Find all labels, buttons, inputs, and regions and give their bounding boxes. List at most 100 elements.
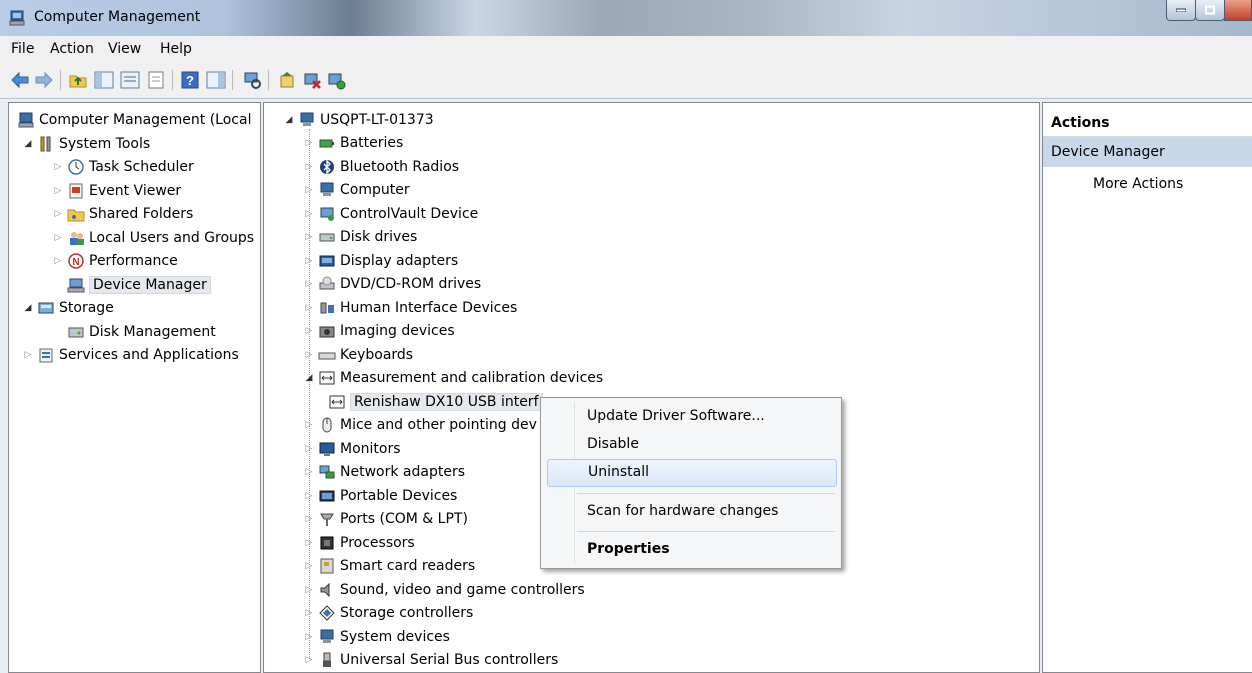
console-tree-item[interactable]: ▷ N Performance (51, 250, 178, 272)
expand-arrow-icon[interactable]: ▷ (302, 585, 316, 595)
device-label: DVD/CD-ROM drives (340, 276, 482, 292)
device-label: Monitors (340, 440, 401, 457)
device-category[interactable]: ▷ DVD/CD-ROM drives (302, 273, 482, 295)
menu-view[interactable]: View (108, 41, 141, 57)
console-tree-item[interactable]: ▷ Event Viewer (51, 180, 182, 202)
expand-arrow-icon[interactable]: ▷ (302, 655, 316, 665)
device-category[interactable]: ▷ Disk drives (302, 226, 418, 248)
device-category[interactable]: ▷ Network adapters (302, 461, 465, 483)
console-tree-item[interactable]: Disk Management (51, 321, 216, 343)
display-adapter-icon (319, 255, 335, 266)
storage-icon (38, 302, 54, 314)
export-list-icon[interactable] (146, 70, 166, 90)
expand-arrow-icon[interactable]: ▷ (302, 561, 316, 571)
help-icon[interactable]: ? (180, 70, 200, 90)
expand-arrow-icon[interactable]: ▷ (302, 350, 316, 360)
expand-arrow-icon[interactable]: ▷ (51, 162, 65, 172)
expand-arrow-icon[interactable]: ▷ (302, 608, 316, 618)
console-tree-item[interactable]: Computer Management (Local (15, 109, 251, 131)
collapse-arrow-icon[interactable]: ◢ (21, 139, 35, 149)
expand-arrow-icon[interactable]: ▷ (302, 138, 316, 148)
device-category[interactable]: ▷ Imaging devices (302, 320, 455, 342)
actions-section-device-manager[interactable]: Device Manager (1043, 137, 1252, 167)
device-tree-root[interactable]: ◢ USQPT-LT-01373 (282, 109, 434, 131)
console-tree-item[interactable]: ◢ System Tools (21, 133, 151, 155)
console-tree-item[interactable]: ▷ Services and Applications (21, 344, 239, 366)
menu-properties[interactable]: Properties (547, 536, 837, 564)
device-category[interactable]: ▷ Ports (COM & LPT) (302, 508, 468, 530)
device-category[interactable]: ▷ Keyboards (302, 344, 414, 366)
menu-file[interactable]: File (11, 41, 34, 57)
device-category[interactable]: ▷ Universal Serial Bus controllers (302, 649, 559, 671)
console-tree-item[interactable]: ◢ Storage (21, 297, 114, 319)
expand-arrow-icon[interactable]: ▷ (302, 185, 316, 195)
device-category[interactable]: ▷ Mice and other pointing dev (302, 414, 537, 436)
expand-arrow-icon[interactable]: ▷ (302, 444, 316, 454)
device-category[interactable]: ▷ Human Interface Devices (302, 297, 518, 319)
menu-scan-hardware[interactable]: Scan for hardware changes (547, 498, 837, 526)
show-hide-console-tree-icon[interactable] (94, 70, 114, 90)
expand-arrow-icon[interactable]: ▷ (302, 538, 316, 548)
expand-arrow-icon[interactable]: ▷ (302, 256, 316, 266)
device-category[interactable]: ▷ Computer (302, 179, 410, 201)
close-button[interactable] (1224, 0, 1252, 21)
device-category[interactable]: ▷ System devices (302, 626, 450, 648)
menu-disable[interactable]: Disable (547, 431, 837, 459)
expand-arrow-icon[interactable]: ▷ (51, 233, 65, 243)
device-category[interactable]: ◢ Measurement and calibration devices (302, 367, 604, 389)
menu-action[interactable]: Action (50, 41, 94, 57)
device-category[interactable]: ▷ Processors (302, 532, 415, 554)
up-folder-icon[interactable] (68, 70, 88, 90)
scan-hardware-icon[interactable] (242, 70, 262, 90)
device-category[interactable]: ▷ Batteries (302, 132, 404, 154)
device-category[interactable]: ▷ Monitors (302, 438, 401, 460)
properties-pane-icon[interactable] (120, 70, 140, 90)
device-category[interactable]: ▷ Display adapters (302, 250, 459, 272)
expand-arrow-icon[interactable]: ▷ (51, 209, 65, 219)
enable-device-icon[interactable] (326, 70, 346, 90)
console-tree-item[interactable]: ▷ Shared Folders (51, 203, 194, 225)
expand-arrow-icon[interactable]: ▷ (302, 632, 316, 642)
menu-update-driver-software[interactable]: Update Driver Software... (547, 403, 837, 431)
forward-arrow-icon[interactable] (34, 70, 54, 90)
computer-management-icon (9, 10, 25, 26)
back-arrow-icon[interactable] (10, 70, 30, 90)
device-item[interactable]: Renishaw DX10 USB interf (326, 391, 543, 413)
device-category[interactable]: ▷ Portable Devices (302, 485, 458, 507)
device-category[interactable]: ▷ Storage controllers (302, 602, 474, 624)
menu-item-label: Disable (587, 436, 639, 452)
expand-arrow-icon[interactable]: ▷ (302, 209, 316, 219)
expand-arrow-icon[interactable]: ▷ (302, 420, 316, 430)
console-tree-item[interactable]: Device Manager (51, 274, 211, 296)
expand-arrow-icon[interactable]: ▷ (302, 326, 316, 336)
expand-arrow-icon[interactable]: ▷ (51, 186, 65, 196)
console-tree-item[interactable]: ▷ Local Users and Groups (51, 227, 255, 249)
expand-arrow-icon[interactable]: ▷ (302, 279, 316, 289)
collapse-arrow-icon[interactable]: ◢ (282, 115, 296, 125)
expand-arrow-icon[interactable]: ▷ (302, 232, 316, 242)
console-tree-item[interactable]: ▷ Task Scheduler (51, 156, 194, 178)
menu-help[interactable]: Help (160, 41, 192, 57)
minimize-button[interactable] (1166, 0, 1196, 21)
uninstall-device-icon[interactable] (302, 70, 322, 90)
menu-uninstall[interactable]: Uninstall (547, 459, 837, 487)
show-action-pane-icon[interactable] (206, 70, 226, 90)
collapse-arrow-icon[interactable]: ◢ (302, 373, 316, 383)
expand-arrow-icon[interactable]: ▷ (302, 514, 316, 524)
collapse-arrow-icon[interactable]: ◢ (21, 303, 35, 313)
expand-arrow-icon[interactable]: ▷ (302, 303, 316, 313)
tree-item-label: Device Manager (89, 275, 211, 294)
device-category[interactable]: ▷ ControlVault Device (302, 203, 479, 225)
expand-arrow-icon[interactable]: ▷ (302, 162, 316, 172)
device-category[interactable]: ▷ Smart card readers (302, 555, 476, 577)
title-bar[interactable]: Computer Management (0, 0, 1252, 36)
update-driver-icon[interactable] (278, 70, 298, 90)
maximize-button[interactable] (1195, 0, 1225, 21)
expand-arrow-icon[interactable]: ▷ (302, 467, 316, 477)
expand-arrow-icon[interactable]: ▷ (21, 350, 35, 360)
device-category[interactable]: ▷ Bluetooth Radios (302, 156, 460, 178)
device-category[interactable]: ▷ Sound, video and game controllers (302, 579, 585, 601)
expand-arrow-icon[interactable]: ▷ (302, 491, 316, 501)
expand-arrow-icon[interactable]: ▷ (51, 256, 65, 266)
more-actions-link[interactable]: More Actions (1093, 176, 1183, 192)
